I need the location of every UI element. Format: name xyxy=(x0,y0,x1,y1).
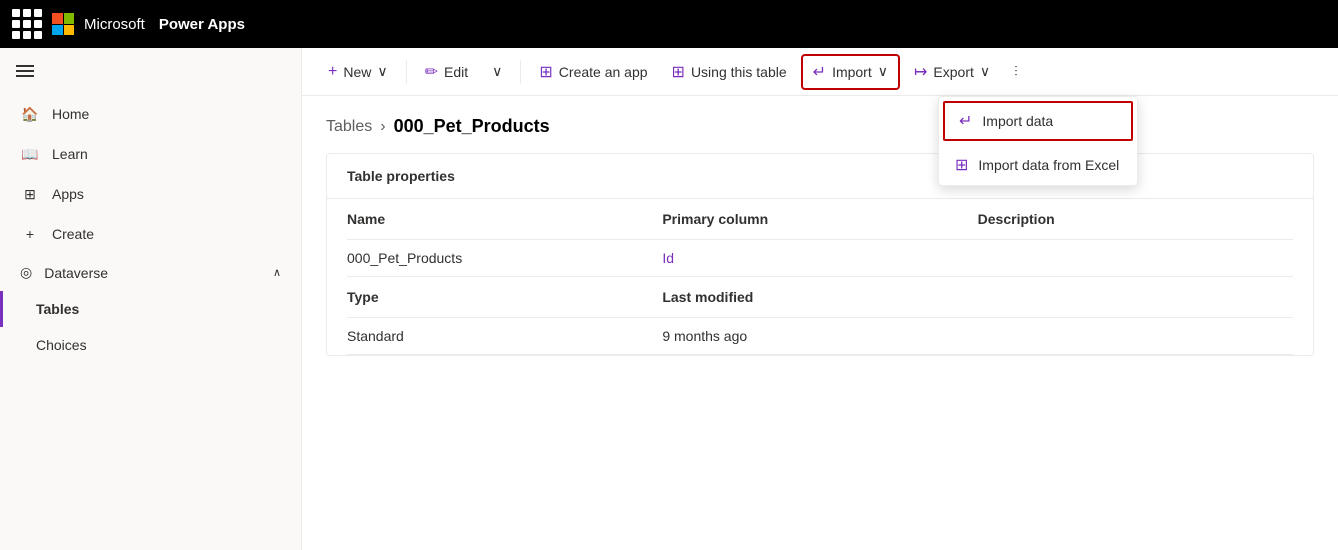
apps-icon: ⊞ xyxy=(20,184,40,204)
export-button[interactable]: ↦ Export ∨ xyxy=(904,56,1000,88)
import-label: Import xyxy=(832,64,872,80)
apps-grid-icon[interactable] xyxy=(12,9,42,39)
table-properties-section: Table properties Name Primary column Des… xyxy=(326,153,1314,356)
table-properties-title: Table properties xyxy=(327,154,1313,199)
sidebar-item-tables[interactable]: Tables xyxy=(0,291,301,327)
breadcrumb-current: 000_Pet_Products xyxy=(394,116,550,137)
breadcrumb-separator: › xyxy=(380,118,385,136)
sidebar-tables-label: Tables xyxy=(36,301,79,317)
sidebar-item-dataverse[interactable]: ◎ Dataverse ∧ xyxy=(0,254,301,291)
dataverse-chevron-icon: ∧ xyxy=(273,266,281,279)
export-icon: ↦ xyxy=(914,62,927,82)
table-header-row: Name Primary column Description xyxy=(347,199,1293,240)
col-description-header: Description xyxy=(978,211,1293,227)
new-label: New xyxy=(343,64,371,80)
more-options-icon: ⫶ xyxy=(1014,63,1018,80)
import-excel-item[interactable]: ⊞ Import data from Excel xyxy=(939,145,1137,185)
table-data-row-2: Standard 9 months ago xyxy=(347,318,1293,355)
sidebar-apps-label: Apps xyxy=(52,186,84,202)
dataverse-icon: ◎ xyxy=(20,264,32,281)
edit-button[interactable]: ✏ Edit xyxy=(415,56,479,88)
create-app-icon: ⊞ xyxy=(539,62,552,82)
edit-pencil-icon: ✏ xyxy=(425,62,438,82)
toolbar: + New ∨ ✏ Edit ∨ ⊞ Create an app ⊞ Using… xyxy=(302,48,1338,96)
import-excel-icon: ⊞ xyxy=(955,155,968,175)
company-name: Microsoft xyxy=(84,16,145,33)
new-button[interactable]: + New ∨ xyxy=(318,57,398,87)
create-icon: + xyxy=(20,224,40,244)
app-name: Power Apps xyxy=(159,16,245,33)
table-description-value xyxy=(978,250,1293,266)
using-table-icon: ⊞ xyxy=(672,62,685,82)
new-chevron-icon: ∨ xyxy=(377,63,387,80)
table-last-modified-value: 9 months ago xyxy=(662,328,977,344)
learn-icon: 📖 xyxy=(20,144,40,164)
table-name-value: 000_Pet_Products xyxy=(347,250,662,266)
new-plus-icon: + xyxy=(328,63,337,81)
import-button[interactable]: ↵ Import ∨ xyxy=(801,54,900,90)
table-primary-col-value: Id xyxy=(662,250,977,266)
toolbar-divider-1 xyxy=(406,60,407,84)
sidebar: 🏠 Home 📖 Learn ⊞ Apps + Create ◎ Dataver… xyxy=(0,48,302,550)
hamburger-button[interactable] xyxy=(0,48,301,94)
sidebar-dataverse-label: Dataverse xyxy=(44,265,108,281)
import-data-icon: ↵ xyxy=(959,111,972,131)
col-last-modified-header: Last modified xyxy=(662,289,977,305)
import-icon: ↵ xyxy=(813,62,826,82)
breadcrumb: Tables › 000_Pet_Products xyxy=(326,116,1314,137)
create-app-button[interactable]: ⊞ Create an app xyxy=(529,56,657,88)
edit-label: Edit xyxy=(444,64,468,80)
import-data-item[interactable]: ↵ Import data xyxy=(943,101,1133,141)
import-excel-label: Import data from Excel xyxy=(978,157,1119,173)
sidebar-item-create[interactable]: + Create xyxy=(0,214,301,254)
col-type-header: Type xyxy=(347,289,662,305)
more-options-button[interactable]: ⫶ xyxy=(1004,57,1028,86)
toolbar-divider-2 xyxy=(520,60,521,84)
export-label: Export xyxy=(933,64,973,80)
sidebar-home-label: Home xyxy=(52,106,89,122)
content-area: Tables › 000_Pet_Products Table properti… xyxy=(302,96,1338,550)
sidebar-item-home[interactable]: 🏠 Home xyxy=(0,94,301,134)
table-data-row-1: 000_Pet_Products Id xyxy=(347,240,1293,277)
sidebar-create-label: Create xyxy=(52,226,94,242)
topbar: Microsoft Power Apps xyxy=(0,0,1338,48)
sidebar-item-learn[interactable]: 📖 Learn xyxy=(0,134,301,174)
create-app-label: Create an app xyxy=(559,64,648,80)
sidebar-choices-label: Choices xyxy=(36,337,87,353)
edit-chevron-button[interactable]: ∨ xyxy=(482,57,512,86)
main-content: + New ∨ ✏ Edit ∨ ⊞ Create an app ⊞ Using… xyxy=(302,48,1338,550)
main-layout: 🏠 Home 📖 Learn ⊞ Apps + Create ◎ Dataver… xyxy=(0,48,1338,550)
col-primary-header: Primary column xyxy=(662,211,977,227)
table-type-value: Standard xyxy=(347,328,662,344)
home-icon: 🏠 xyxy=(20,104,40,124)
import-data-label: Import data xyxy=(982,113,1053,129)
edit-chevron-icon: ∨ xyxy=(492,63,502,80)
table-row2-col3 xyxy=(978,328,1293,344)
microsoft-logo xyxy=(52,13,74,35)
import-dropdown-menu: ↵ Import data ⊞ Import data from Excel xyxy=(938,96,1138,186)
import-chevron-icon: ∨ xyxy=(878,63,888,80)
sidebar-item-apps[interactable]: ⊞ Apps xyxy=(0,174,301,214)
sidebar-item-choices[interactable]: Choices xyxy=(0,327,301,363)
table-properties-body: Name Primary column Description 000_Pet_… xyxy=(327,199,1313,355)
using-table-button[interactable]: ⊞ Using this table xyxy=(662,56,797,88)
sidebar-learn-label: Learn xyxy=(52,146,88,162)
export-chevron-icon: ∨ xyxy=(980,63,990,80)
col-name-header: Name xyxy=(347,211,662,227)
col-empty-header xyxy=(978,289,1293,305)
table-header-row-2: Type Last modified xyxy=(347,277,1293,318)
breadcrumb-parent[interactable]: Tables xyxy=(326,118,372,136)
using-table-label: Using this table xyxy=(691,64,787,80)
